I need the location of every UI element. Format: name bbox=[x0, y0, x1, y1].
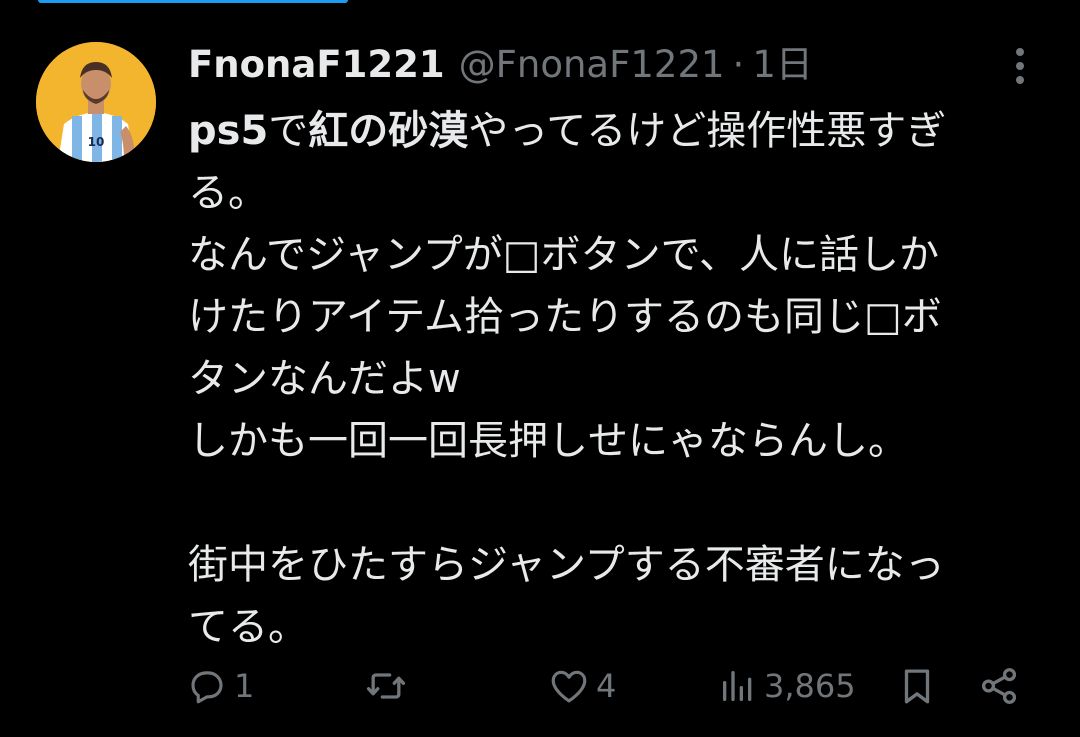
more-dot bbox=[1016, 48, 1024, 56]
views-icon bbox=[723, 671, 752, 701]
views-count: 3,865 bbox=[764, 667, 856, 705]
like-count: 4 bbox=[596, 667, 617, 705]
tweet-line-1: ps5で紅の砂漠やってるけど操作性悪すぎ bbox=[188, 100, 1048, 162]
tweet-line-7: 街中をひたすらジャンプする不審者になっ bbox=[188, 542, 945, 588]
tweet-text-de: で bbox=[268, 108, 309, 154]
tweet-text: ps5で紅の砂漠やってるけど操作性悪すぎ る。 なんでジャンプが□ボタンで、人に… bbox=[188, 100, 1048, 658]
like-icon bbox=[551, 670, 587, 703]
tweet-line-6: しかも一回一回長押しせにゃならんし。 bbox=[188, 418, 908, 464]
timestamp[interactable]: 1日 bbox=[752, 40, 813, 90]
action-bar: 1 4 3,865 bbox=[186, 660, 1036, 712]
views-button[interactable]: 3,865 bbox=[718, 660, 856, 712]
tweet-bold-ps5: ps5 bbox=[188, 108, 269, 154]
more-dot bbox=[1016, 62, 1024, 70]
like-button[interactable]: 4 bbox=[548, 660, 616, 712]
tweet-line-5: タンなんだよw bbox=[188, 356, 461, 402]
separator-dot: · bbox=[732, 43, 745, 86]
bookmark-button[interactable] bbox=[896, 660, 938, 712]
reply-icon bbox=[191, 671, 223, 704]
tweet-header: FnonaF1221 @FnonaF1221 · 1日 bbox=[188, 40, 813, 90]
tweet-line-4: けたりアイテム拾ったりするのも同じ□ボ bbox=[188, 294, 942, 340]
tweet-line-8: てる。 bbox=[188, 604, 308, 650]
tweet-text-rest: やってるけど操作性悪すぎ bbox=[468, 108, 947, 154]
tweet-bold-game-title: 紅の砂漠 bbox=[308, 108, 469, 154]
reply-count: 1 bbox=[234, 667, 255, 705]
bookmark-icon bbox=[904, 669, 930, 704]
share-icon bbox=[981, 668, 1017, 704]
display-name[interactable]: FnonaF1221 bbox=[188, 40, 445, 90]
retweet-icon bbox=[366, 673, 406, 699]
reply-button[interactable]: 1 bbox=[186, 660, 254, 712]
more-icon[interactable] bbox=[1002, 46, 1038, 86]
tweet-line-3: なんでジャンプが□ボタンで、人に話しか bbox=[188, 232, 939, 278]
user-handle[interactable]: @FnonaF1221 bbox=[459, 40, 725, 90]
retweet-button[interactable] bbox=[364, 660, 414, 712]
more-dot bbox=[1016, 76, 1024, 84]
tweet-line-2: る。 bbox=[188, 170, 268, 216]
avatar[interactable]: 10 bbox=[36, 42, 156, 162]
share-button[interactable] bbox=[978, 660, 1020, 712]
tweet-card[interactable]: 10 FnonaF1221 @FnonaF1221 · 1日 ps5で紅の砂漠や… bbox=[0, 0, 1080, 737]
svg-text:10: 10 bbox=[88, 135, 105, 149]
